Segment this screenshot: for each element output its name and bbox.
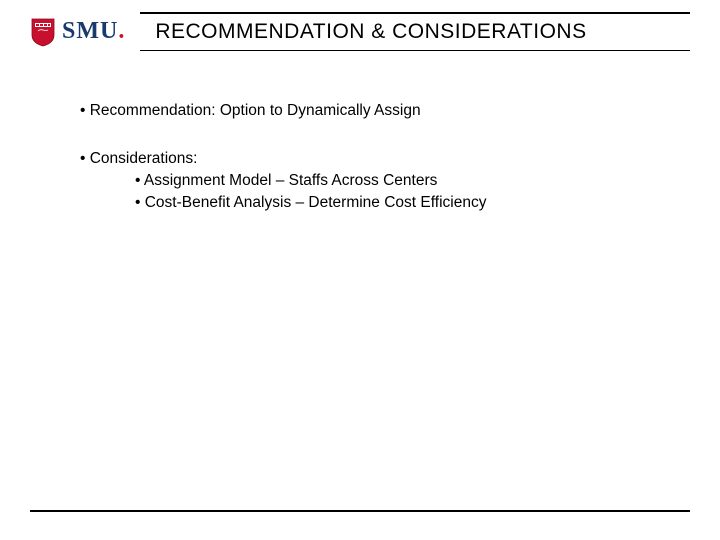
sub-item-0: Assignment Model – Staffs Across Centers xyxy=(144,172,438,189)
recommendation-line: • Recommendation: Option to Dynamically … xyxy=(80,101,640,121)
smu-logo: SMU. xyxy=(30,17,125,47)
footer-rule xyxy=(30,510,690,512)
title-rule-bottom xyxy=(140,50,690,51)
sub-item-1: Cost-Benefit Analysis – Determine Cost E… xyxy=(145,194,487,211)
logo-text-main: SMU xyxy=(62,18,118,44)
logo-shield-icon xyxy=(30,17,56,47)
title-area: RECOMMENDATION & CONSIDERATIONS xyxy=(145,12,690,51)
recommendation-section: • Recommendation: Option to Dynamically … xyxy=(80,101,640,121)
sub-bullet-item: • Assignment Model – Staffs Across Cente… xyxy=(80,171,640,191)
considerations-section: • Considerations: • Assignment Model – S… xyxy=(80,149,640,213)
logo-text: SMU. xyxy=(62,18,125,45)
considerations-line: • Considerations: xyxy=(80,149,640,169)
slide-title: RECOMMENDATION & CONSIDERATIONS xyxy=(145,20,690,44)
sub-bullet-item: • Cost-Benefit Analysis – Determine Cost… xyxy=(80,193,640,213)
slide-header: SMU. RECOMMENDATION & CONSIDERATIONS xyxy=(0,0,720,51)
title-rule-top xyxy=(140,12,690,14)
considerations-label: Considerations: xyxy=(90,150,198,167)
logo-text-dot: . xyxy=(118,18,125,44)
slide-content: • Recommendation: Option to Dynamically … xyxy=(0,51,720,214)
recommendation-label: Recommendation: xyxy=(90,102,216,119)
recommendation-text: Option to Dynamically Assign xyxy=(220,102,421,119)
